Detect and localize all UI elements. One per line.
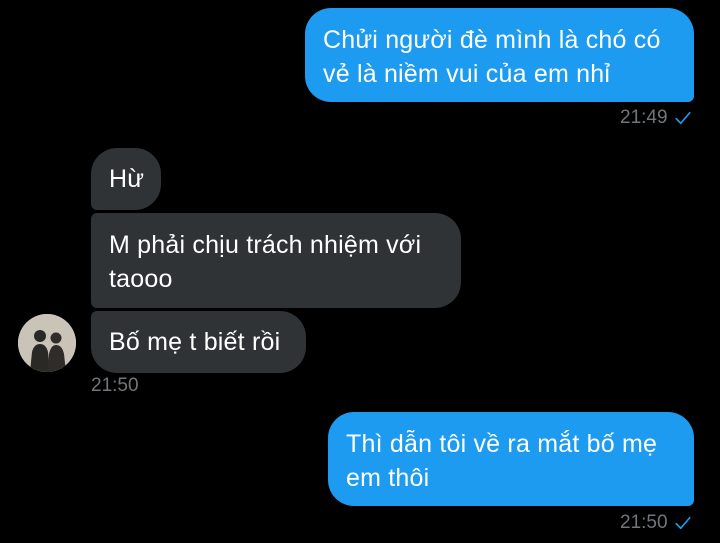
- outgoing-message[interactable]: Thì dẫn tôi về ra mắt bố mẹ em thôi: [328, 412, 694, 506]
- timestamp: 21:49: [620, 107, 668, 128]
- incoming-message[interactable]: Bố mẹ t biết rồi: [91, 311, 306, 373]
- outgoing-message[interactable]: Chửi người đè mình là chó có vẻ là niềm …: [305, 8, 694, 102]
- incoming-message[interactable]: Hừ: [91, 148, 161, 210]
- checkmark-icon: [674, 516, 691, 530]
- timestamp: 21:50: [620, 512, 668, 533]
- incoming-message[interactable]: M phải chịu trách nhiệm với taooo: [91, 213, 461, 308]
- message-status-row: 21:49: [620, 107, 692, 129]
- avatar[interactable]: [18, 314, 76, 372]
- checkmark-icon: [674, 111, 691, 125]
- avatar-photo: [18, 314, 76, 372]
- timestamp: 21:50: [91, 375, 139, 396]
- message-status-row: 21:50: [620, 512, 692, 534]
